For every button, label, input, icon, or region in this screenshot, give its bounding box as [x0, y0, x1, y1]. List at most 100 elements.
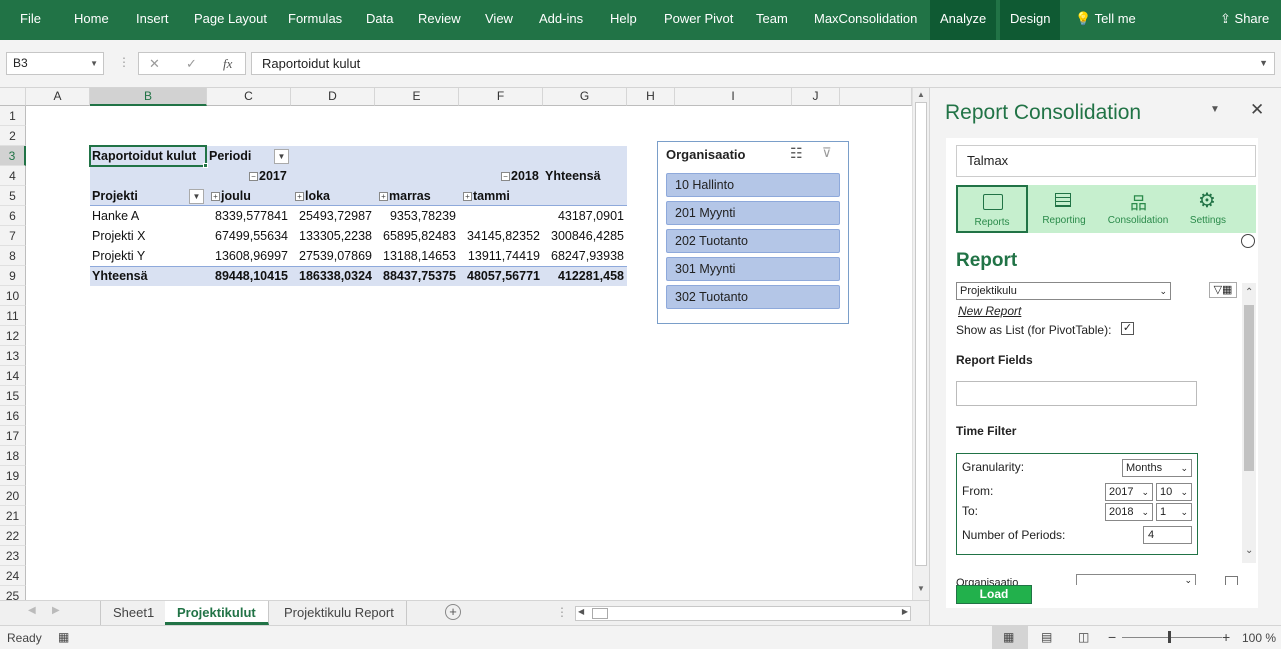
sheet-tab[interactable]: Sheet1 [100, 601, 168, 625]
row-header[interactable]: 11 [0, 306, 26, 326]
row-label[interactable]: Hanke A [92, 206, 139, 226]
value-cell[interactable]: 13911,74419 [459, 246, 543, 266]
column-header[interactable]: D [291, 88, 375, 106]
tell-me[interactable]: 💡 Tell me [1075, 0, 1136, 40]
zoom-slider-thumb[interactable] [1168, 631, 1171, 643]
enter-icon[interactable]: ✓ [186, 53, 197, 74]
tab-page-layout[interactable]: Page Layout [194, 0, 267, 40]
row-header[interactable]: 22 [0, 526, 26, 546]
close-icon[interactable]: ✕ [1250, 100, 1264, 120]
expand-icon[interactable]: + [379, 192, 388, 201]
tab-insert[interactable]: Insert [136, 0, 169, 40]
column-header[interactable]: A [26, 88, 90, 106]
tab-maxconsolidation[interactable]: MaxConsolidation [814, 0, 917, 40]
worksheet-grid[interactable]: A B C D E F G H I J 1 2 3 4 5 6 7 8 9 10… [0, 88, 912, 600]
total-cell[interactable]: 412281,458 [543, 266, 627, 286]
column-header[interactable]: F [459, 88, 543, 106]
fill-handle[interactable] [203, 163, 208, 168]
tab-help[interactable]: Help [610, 0, 637, 40]
total-row-label[interactable]: Yhteensä [92, 266, 148, 286]
column-header[interactable]: I [675, 88, 792, 106]
zoom-level[interactable]: 100 % [1242, 631, 1276, 645]
column-header[interactable]: C [207, 88, 291, 106]
value-cell[interactable]: 43187,0901 [543, 206, 627, 226]
nav-consolidation[interactable]: 品 Consolidation [1102, 185, 1174, 231]
slicer-item[interactable]: 301 Myynti [666, 257, 840, 281]
row-header[interactable]: 24 [0, 566, 26, 586]
row-header[interactable]: 12 [0, 326, 26, 346]
pane-scroll-thumb[interactable] [1244, 305, 1254, 471]
next-sheet-icon[interactable]: ▶ [52, 605, 60, 616]
row-header[interactable]: 5 [0, 186, 26, 206]
function-icon[interactable]: fx [223, 53, 232, 74]
nav-reports[interactable]: Reports [956, 185, 1028, 233]
value-cell[interactable]: 13608,96997 [207, 246, 291, 266]
column-header[interactable]: J [792, 88, 840, 106]
scroll-left-icon[interactable]: ◀ [578, 607, 584, 616]
prev-sheet-icon[interactable]: ◀ [28, 605, 36, 616]
from-year-select[interactable]: 2017 ⌄ [1105, 483, 1153, 501]
column-header[interactable]: H [627, 88, 675, 106]
total-cell[interactable]: 89448,10415 [207, 266, 291, 286]
row-header[interactable]: 2 [0, 126, 26, 146]
value-cell[interactable]: 133305,2238 [291, 226, 375, 246]
tab-power-pivot[interactable]: Power Pivot [664, 0, 733, 40]
tab-analyze[interactable]: Analyze [930, 0, 997, 40]
refresh-icon[interactable] [1241, 234, 1255, 248]
normal-view-button[interactable]: ▦ [992, 626, 1028, 649]
value-cell[interactable]: 8339,577841 [207, 206, 291, 226]
row-header[interactable]: 14 [0, 366, 26, 386]
granularity-select[interactable]: Months ⌄ [1122, 459, 1192, 477]
tab-file[interactable]: File [20, 0, 41, 40]
clear-filter-icon[interactable]: ⊽ [822, 145, 832, 161]
report-select[interactable]: Projektikulu ⌄ [956, 282, 1171, 300]
chevron-down-icon[interactable]: ▼ [90, 53, 98, 74]
row-header[interactable]: 15 [0, 386, 26, 406]
value-cell[interactable]: 25493,72987 [291, 206, 375, 226]
pane-options-icon[interactable]: ▼ [1210, 104, 1220, 115]
splitter-handle[interactable]: ⋮ [556, 605, 568, 619]
value-cell[interactable]: 65895,82483 [375, 226, 459, 246]
row-header[interactable]: 4 [0, 166, 26, 186]
row-header[interactable]: 18 [0, 446, 26, 466]
value-cell[interactable]: 300846,4285 [543, 226, 627, 246]
month-header[interactable]: + tammi [463, 186, 510, 206]
report-fields-input[interactable] [956, 381, 1197, 406]
load-button[interactable]: Load [956, 585, 1032, 604]
sheet-tab[interactable]: Projektikulu Report [272, 601, 407, 625]
month-header[interactable]: + joulu [211, 186, 251, 206]
page-break-icon[interactable]: ◫ [1078, 630, 1089, 644]
total-cell[interactable]: 186338,0324 [291, 266, 375, 286]
from-period-select[interactable]: 10 ⌄ [1156, 483, 1192, 501]
new-report-link[interactable]: New Report [958, 304, 1021, 318]
show-as-list-checkbox[interactable]: ✓ [1121, 322, 1134, 335]
column-header[interactable]: B [90, 88, 207, 106]
row-header[interactable]: 3 [0, 146, 26, 166]
scroll-down-icon[interactable]: ▼ [915, 584, 927, 594]
macro-record-icon[interactable]: ▦ [58, 630, 69, 644]
zoom-out-icon[interactable]: − [1108, 629, 1116, 645]
collapse-icon[interactable]: − [501, 172, 510, 181]
value-cell[interactable] [459, 206, 543, 226]
value-cell[interactable]: 27539,07869 [291, 246, 375, 266]
expand-icon[interactable]: + [463, 192, 472, 201]
row-header[interactable]: 19 [0, 466, 26, 486]
row-header[interactable]: 23 [0, 546, 26, 566]
row-header[interactable]: 21 [0, 506, 26, 526]
column-header[interactable]: G [543, 88, 627, 106]
filter-table-icon[interactable]: ▽▦ [1209, 282, 1237, 298]
page-layout-icon[interactable]: ▤ [1041, 630, 1052, 644]
company-field[interactable]: Talmax [956, 145, 1256, 177]
row-header[interactable]: 9 [0, 266, 26, 286]
active-cell[interactable]: Raportoidut kulut [89, 145, 207, 167]
value-cell[interactable]: 13188,14653 [375, 246, 459, 266]
share-button[interactable]: ⇪ Share [1220, 0, 1269, 40]
name-box[interactable]: B3 ▼ [6, 52, 104, 75]
value-cell[interactable]: 9353,78239 [375, 206, 459, 226]
nav-settings[interactable]: ⚙ Settings [1172, 185, 1244, 231]
expand-icon[interactable]: + [211, 192, 220, 201]
row-label[interactable]: Projekti X [92, 226, 146, 246]
value-cell[interactable]: 68247,93938 [543, 246, 627, 266]
formula-input[interactable]: Raportoidut kulut ▼ [251, 52, 1275, 75]
filter-dropdown-icon[interactable]: ▼ [274, 149, 289, 164]
